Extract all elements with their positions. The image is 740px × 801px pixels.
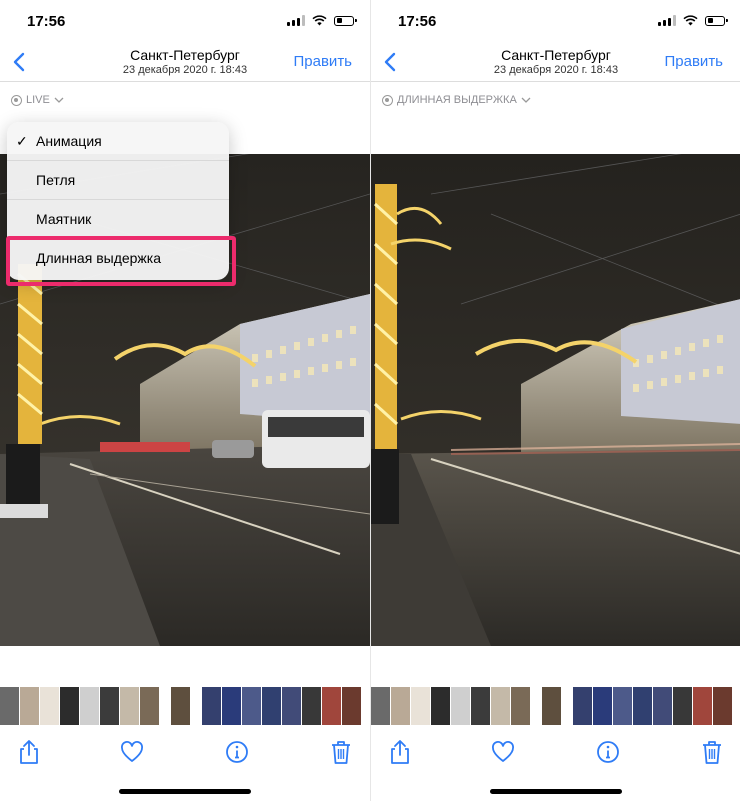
nav-bar: Санкт-Петербург 23 декабря 2020 г. 18:43… [0, 44, 370, 82]
battery-icon [334, 15, 357, 26]
thumbnail-gap [191, 687, 201, 725]
thumbnail-strip[interactable] [0, 687, 370, 725]
live-photo-icon [382, 94, 393, 106]
thumbnail-gap [531, 687, 541, 725]
thumbnail[interactable] [371, 687, 390, 725]
thumbnail[interactable] [20, 687, 39, 725]
thumbnail[interactable] [491, 687, 510, 725]
thumbnail[interactable] [693, 687, 712, 725]
thumbnail[interactable] [573, 687, 592, 725]
thumbnail-strip[interactable] [371, 687, 740, 725]
highlight-frame [6, 236, 236, 286]
info-icon[interactable] [224, 738, 250, 766]
heart-icon[interactable] [490, 738, 516, 766]
status-icons [658, 15, 728, 26]
checkmark-icon: ✓ [16, 133, 28, 149]
info-icon[interactable] [595, 738, 621, 766]
thumbnail[interactable] [673, 687, 692, 725]
thumbnail[interactable] [451, 687, 470, 725]
thumbnail[interactable] [202, 687, 221, 725]
thumbnail[interactable] [262, 687, 281, 725]
home-indicator[interactable] [119, 789, 251, 794]
status-icons [287, 15, 357, 26]
thumbnail[interactable] [633, 687, 652, 725]
menu-item-label: Анимация [36, 133, 102, 149]
edit-button[interactable]: Править [294, 53, 353, 70]
phone-left: 17:56 Санкт-Петербург 23 декабря 2020 г.… [0, 0, 370, 801]
thumbnail[interactable] [120, 687, 139, 725]
menu-item-bounce[interactable]: Маятник [7, 200, 229, 239]
trash-icon[interactable] [328, 738, 354, 766]
wifi-icon [312, 15, 327, 26]
thumbnail[interactable] [322, 687, 341, 725]
menu-item-animation[interactable]: ✓ Анимация [7, 122, 229, 161]
thumbnail[interactable] [302, 687, 321, 725]
thumbnail[interactable] [471, 687, 490, 725]
status-bar: 17:56 [371, 0, 740, 44]
thumbnail[interactable] [593, 687, 612, 725]
live-photo-icon [11, 94, 22, 106]
screenshot: 17:56 Санкт-Петербург 23 декабря 2020 г.… [0, 0, 740, 801]
thumbnail[interactable] [713, 687, 732, 725]
signal-icon [287, 15, 305, 26]
thumbnail[interactable] [0, 687, 19, 725]
menu-item-loop[interactable]: Петля [7, 161, 229, 200]
status-time: 17:56 [27, 13, 66, 30]
phone-right: 17:56 Санкт-Петербург 23 декабря 2020 г.… [370, 0, 740, 801]
nav-bar: Санкт-Петербург 23 декабря 2020 г. 18:43… [371, 44, 740, 82]
bottom-toolbar [0, 734, 370, 770]
thumbnail[interactable] [60, 687, 79, 725]
live-mode-selector[interactable]: LIVE [11, 94, 64, 106]
edit-button[interactable]: Править [665, 53, 724, 70]
thumbnail[interactable] [242, 687, 261, 725]
share-icon[interactable] [16, 738, 42, 766]
share-icon[interactable] [387, 738, 413, 766]
thumbnail[interactable] [40, 687, 59, 725]
thumbnail[interactable] [391, 687, 410, 725]
thumbnail[interactable] [411, 687, 430, 725]
live-mode-label: LIVE [26, 94, 50, 106]
thumbnail[interactable] [80, 687, 99, 725]
thumbnail[interactable] [653, 687, 672, 725]
thumbnail[interactable] [511, 687, 530, 725]
signal-icon [658, 15, 676, 26]
menu-item-label: Маятник [36, 211, 92, 227]
status-bar: 17:56 [0, 0, 370, 44]
battery-icon [705, 15, 728, 26]
live-mode-label: ДЛИННАЯ ВЫДЕРЖКА [397, 94, 517, 106]
thumbnail[interactable] [342, 687, 361, 725]
chevron-down-icon [521, 97, 531, 103]
thumbnail-gap [160, 687, 170, 725]
thumbnail[interactable] [613, 687, 632, 725]
home-indicator[interactable] [490, 789, 622, 794]
chevron-down-icon [54, 97, 64, 103]
thumbnail[interactable] [222, 687, 241, 725]
bottom-toolbar [371, 734, 740, 770]
thumbnail[interactable] [140, 687, 159, 725]
thumbnail[interactable] [542, 687, 561, 725]
thumbnail[interactable] [100, 687, 119, 725]
status-time: 17:56 [398, 13, 437, 30]
thumbnail[interactable] [282, 687, 301, 725]
heart-icon[interactable] [119, 738, 145, 766]
trash-icon[interactable] [699, 738, 725, 766]
wifi-icon [683, 15, 698, 26]
street-photo-long-exposure [371, 154, 740, 646]
thumbnail[interactable] [431, 687, 450, 725]
thumbnail-gap [562, 687, 572, 725]
thumbnail[interactable] [171, 687, 190, 725]
live-mode-selector[interactable]: ДЛИННАЯ ВЫДЕРЖКА [382, 94, 531, 106]
menu-item-label: Петля [36, 172, 76, 188]
